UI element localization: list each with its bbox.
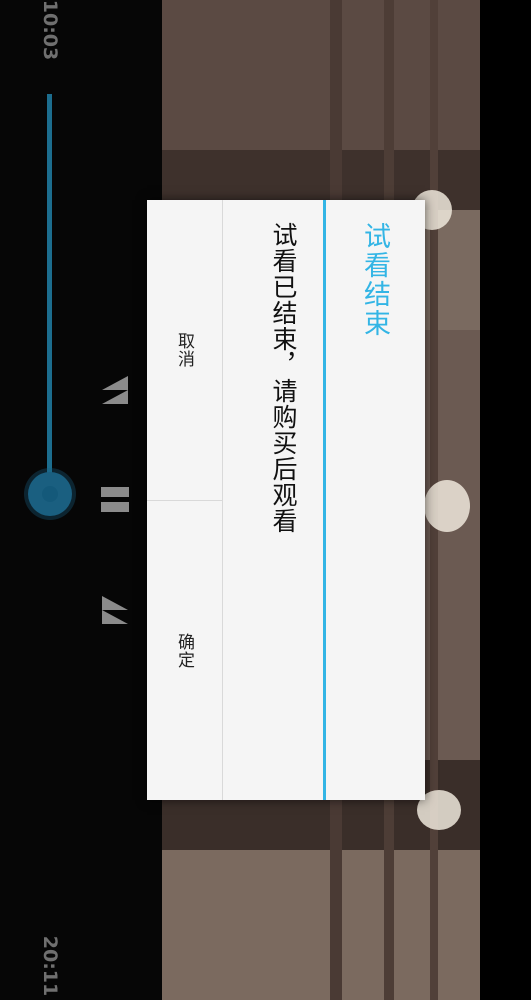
current-time: 10:03 bbox=[39, 0, 61, 61]
confirm-button[interactable]: 确定 bbox=[147, 500, 222, 801]
player-controls: 10:03 20:11 bbox=[0, 0, 162, 1000]
total-time: 20:11 bbox=[39, 935, 61, 997]
seek-bar[interactable] bbox=[47, 94, 52, 496]
letterbox-right bbox=[480, 0, 531, 1000]
dialog-message: 试看已结束，请购买后观看 bbox=[269, 222, 298, 534]
cancel-button[interactable]: 取消 bbox=[147, 200, 222, 500]
trial-ended-dialog: 取消 确定 试看已结束，请购买后观看 试看结束 bbox=[147, 200, 425, 800]
cancel-button-label: 取消 bbox=[174, 332, 194, 368]
confirm-button-label: 确定 bbox=[174, 633, 194, 669]
seek-thumb[interactable] bbox=[28, 472, 72, 516]
fast-forward-icon[interactable] bbox=[100, 594, 130, 626]
pause-icon[interactable] bbox=[101, 487, 129, 513]
title-divider bbox=[323, 200, 326, 800]
dialog-button-bar: 取消 确定 bbox=[147, 200, 223, 800]
rewind-icon[interactable] bbox=[100, 374, 130, 406]
dialog-title: 试看结束 bbox=[359, 222, 390, 338]
